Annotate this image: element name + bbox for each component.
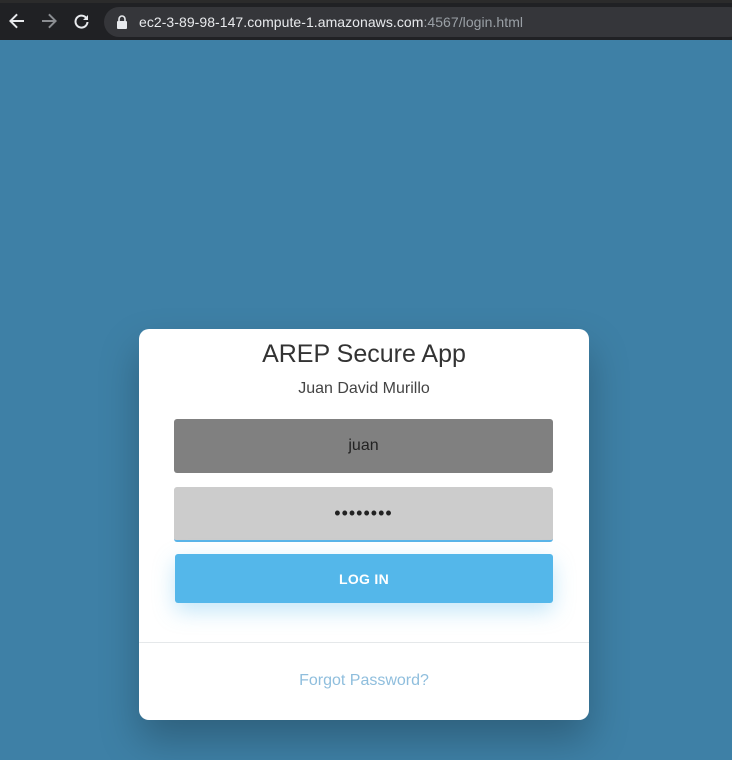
app-title: AREP Secure App: [262, 340, 466, 368]
author-name: Juan David Murillo: [298, 380, 430, 397]
login-card: AREP Secure App Juan David Murillo LOG I…: [139, 329, 589, 720]
login-button[interactable]: LOG IN: [175, 554, 553, 603]
url-path: :4567/login.html: [423, 14, 524, 30]
browser-toolbar: ec2-3-89-98-147.compute-1.amazonaws.com:…: [0, 0, 732, 40]
address-bar[interactable]: ec2-3-89-98-147.compute-1.amazonaws.com:…: [104, 7, 732, 37]
reload-icon[interactable]: [71, 10, 93, 32]
url-host: ec2-3-89-98-147.compute-1.amazonaws.com: [139, 14, 424, 30]
password-input[interactable]: [174, 487, 553, 542]
username-input[interactable]: [174, 419, 553, 473]
url-text[interactable]: ec2-3-89-98-147.compute-1.amazonaws.com:…: [139, 14, 523, 30]
lock-icon[interactable]: [116, 15, 128, 29]
divider: [139, 642, 589, 643]
forgot-password-link[interactable]: Forgot Password?: [139, 672, 589, 690]
forward-arrow-icon[interactable]: [38, 10, 60, 32]
back-arrow-icon[interactable]: [6, 10, 28, 32]
